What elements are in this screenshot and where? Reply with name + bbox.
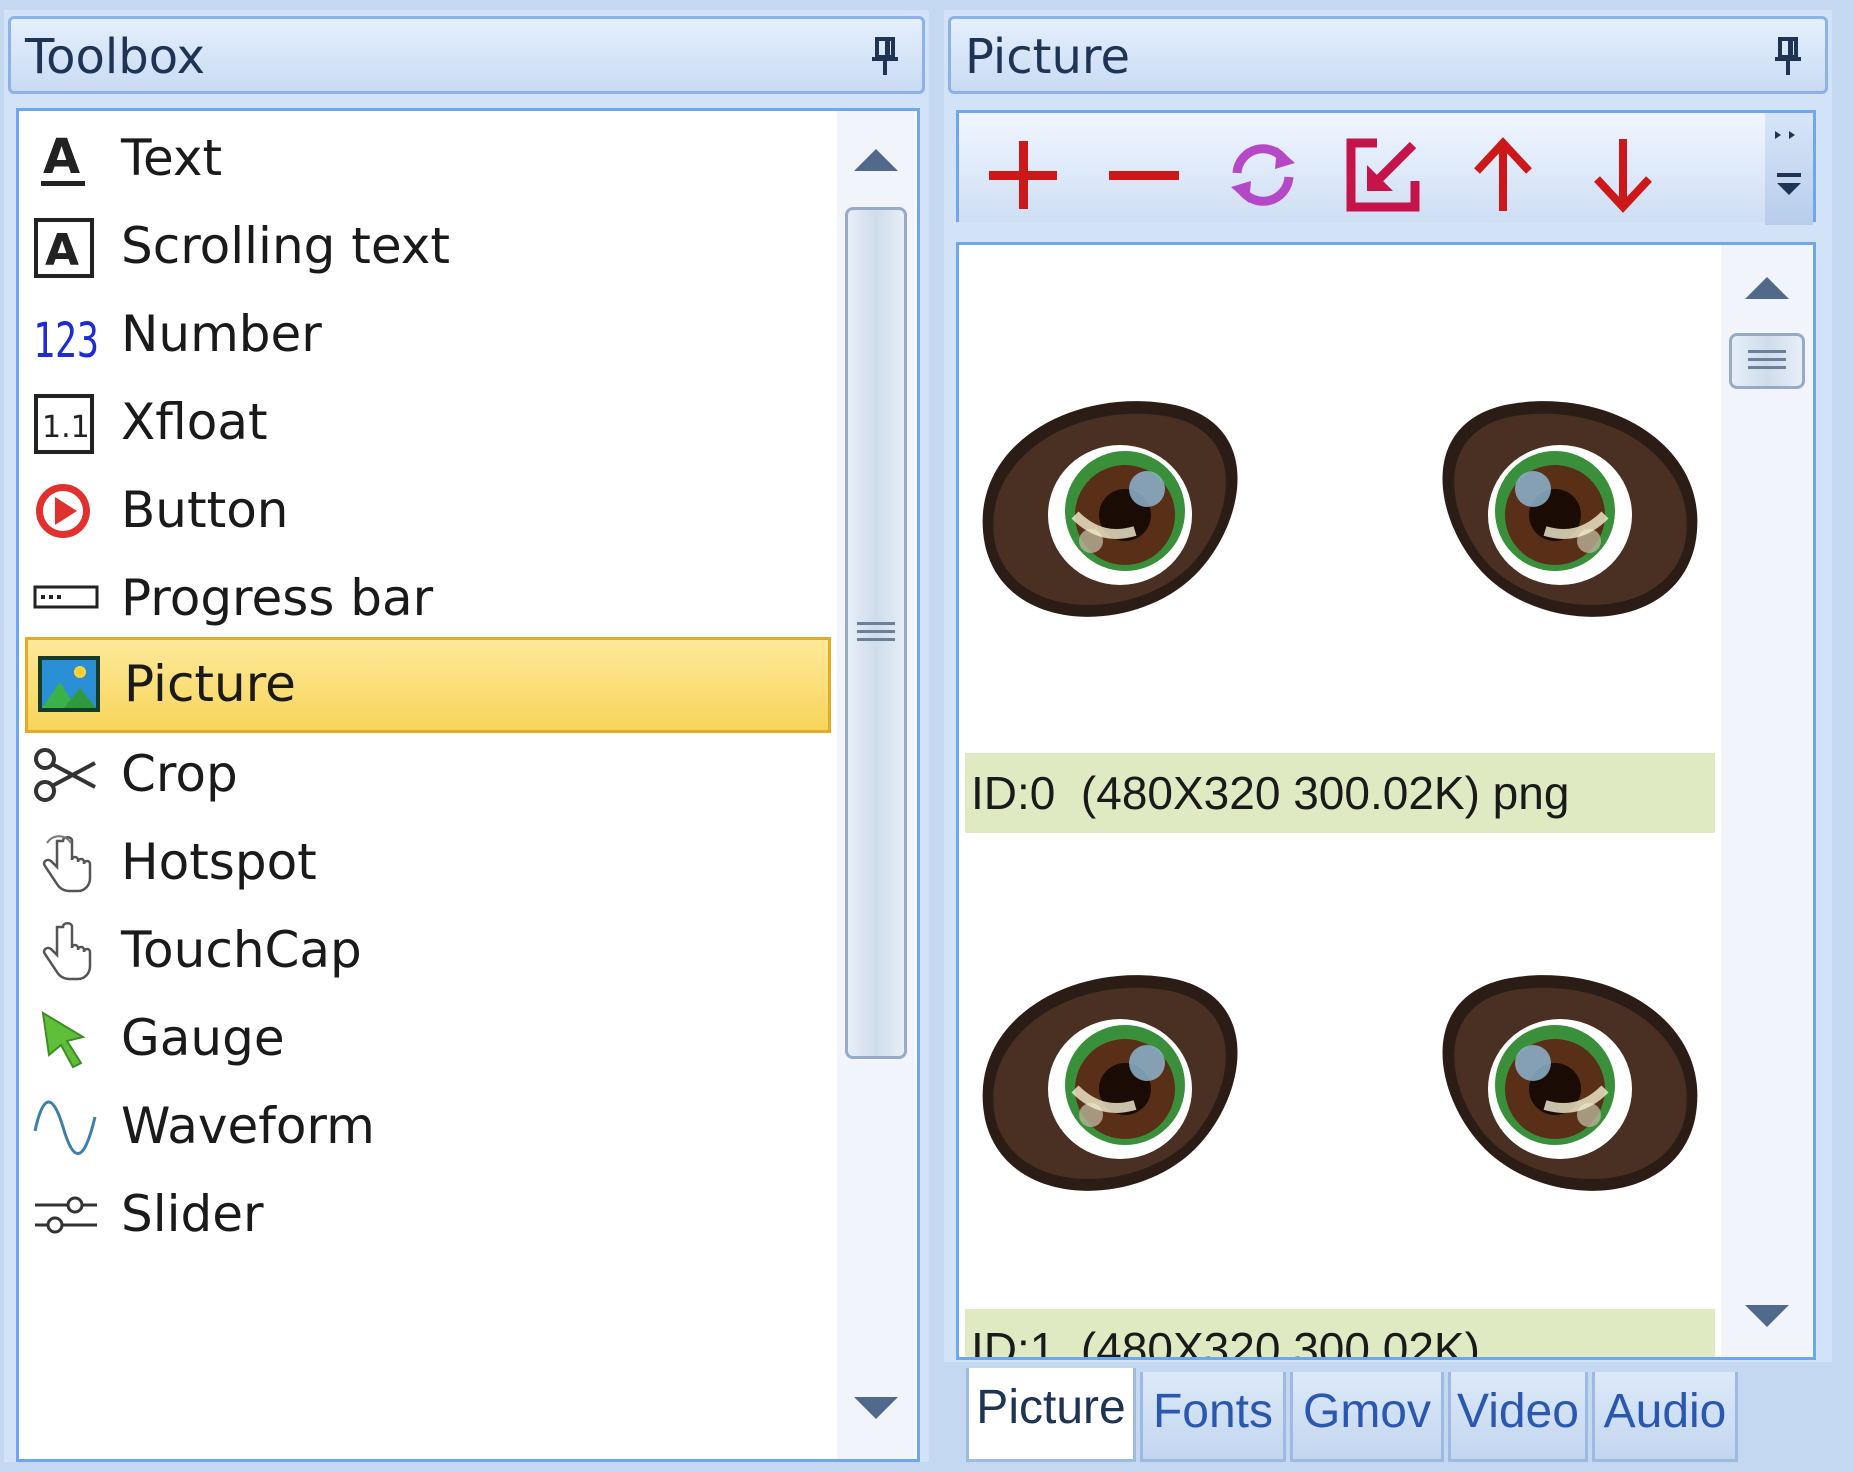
tool-item-text[interactable]: A Text	[25, 111, 831, 207]
svg-text:1.1: 1.1	[42, 410, 90, 445]
tool-item-number[interactable]: 123 Number	[25, 287, 831, 383]
tab-fonts[interactable]: Fonts	[1140, 1372, 1286, 1462]
svg-text:A: A	[45, 225, 79, 276]
slider-icon	[35, 1196, 97, 1234]
tool-item-label: TouchCap	[121, 921, 362, 979]
tool-item-slider[interactable]: Slider	[25, 1167, 831, 1263]
tool-item-label: Button	[121, 481, 289, 539]
hand-pointer-icon	[42, 835, 92, 893]
toolbox-scrollbar[interactable]	[837, 111, 915, 1459]
tool-item-label: Progress bar	[121, 569, 434, 627]
tool-item-xfloat[interactable]: 1.1 Xfloat	[25, 375, 831, 471]
picture-titlebar: Picture	[948, 16, 1828, 94]
toolbox-title: Toolbox	[25, 29, 205, 85]
svg-text:A: A	[43, 129, 80, 185]
export-icon[interactable]	[1343, 135, 1423, 215]
pin-icon[interactable]	[870, 37, 900, 77]
tool-item-label: Gauge	[121, 1009, 285, 1067]
picture-tabstrip: Picture Fonts Gmov Video Audio	[944, 1362, 1832, 1472]
tool-item-scrolling-text[interactable]: A Scrolling text	[25, 199, 831, 295]
tool-item-label: Slider	[121, 1185, 264, 1243]
overflow-chevron-icon	[1775, 131, 1801, 195]
scroll-down-arrow-icon[interactable]	[1745, 1305, 1789, 1327]
tab-audio[interactable]: Audio	[1592, 1372, 1738, 1462]
scrollbar-thumb[interactable]	[1729, 333, 1805, 389]
tool-item-label: Text	[121, 129, 223, 187]
grip-icon	[857, 622, 895, 644]
picture-caption: ID:1 (480X320 300.02K)	[965, 1309, 1715, 1357]
scrolling-text-icon: A	[34, 218, 94, 278]
number-icon: 123	[33, 313, 99, 367]
picture-caption: ID:0 (480X320 300.02K) png	[965, 753, 1715, 833]
minus-icon[interactable]	[1103, 135, 1183, 215]
tool-item-hotspot[interactable]: Hotspot	[25, 815, 831, 911]
arrow-up-icon[interactable]	[1463, 135, 1543, 215]
refresh-icon[interactable]	[1223, 135, 1303, 215]
scroll-up-arrow-icon[interactable]	[854, 149, 898, 171]
toolbox-titlebar: Toolbox	[8, 16, 925, 94]
waveform-icon	[33, 1100, 97, 1155]
tool-item-gauge[interactable]: Gauge	[25, 991, 831, 1087]
xfloat-icon: 1.1	[34, 394, 94, 454]
toolbar-overflow-button[interactable]	[1765, 113, 1813, 225]
picture-panel: Picture ID:0 (480X320 300.02K) png ID:1 …	[944, 10, 1832, 1472]
tab-picture[interactable]: Picture	[966, 1368, 1136, 1462]
eyes-image	[982, 975, 1698, 1191]
scissors-icon	[34, 748, 96, 802]
tool-item-label: Scrolling text	[121, 217, 450, 275]
picture-icon	[38, 656, 100, 712]
arrow-down-icon[interactable]	[1583, 135, 1663, 215]
plus-icon[interactable]	[983, 135, 1063, 215]
scrollbar-thumb[interactable]	[845, 207, 907, 1059]
tool-item-picture[interactable]: Picture	[25, 637, 831, 733]
tool-item-crop[interactable]: Crop	[25, 727, 831, 823]
tool-item-button[interactable]: Button	[25, 463, 831, 559]
text-a-icon: A	[41, 129, 85, 186]
progress-bar-icon	[33, 585, 99, 609]
tool-item-label: Number	[121, 305, 322, 363]
eyes-image	[982, 401, 1698, 617]
picture-list-scrollbar[interactable]	[1721, 245, 1813, 1357]
tool-item-label: Hotspot	[121, 833, 317, 891]
tool-item-progress-bar[interactable]: Progress bar	[25, 551, 831, 647]
scroll-up-arrow-icon[interactable]	[1745, 277, 1789, 299]
tool-item-label: Crop	[121, 745, 238, 803]
svg-text:123: 123	[33, 313, 99, 367]
toolbox-list: A Text A Scrolling text 123 Number 1.1 X…	[16, 108, 920, 1462]
tool-item-touchcap[interactable]: TouchCap	[25, 903, 831, 999]
toolbox-panel: Toolbox A Text A Scrolling text 123 Numb…	[4, 10, 929, 1462]
tool-item-waveform[interactable]: Waveform	[25, 1079, 831, 1175]
grip-icon	[1748, 350, 1786, 372]
pin-icon[interactable]	[1773, 37, 1803, 77]
picture-thumbnail[interactable]	[965, 939, 1715, 1229]
picture-thumbnail[interactable]	[965, 365, 1715, 655]
picture-title: Picture	[965, 29, 1131, 85]
tab-video[interactable]: Video	[1448, 1372, 1588, 1462]
picture-list-view: ID:0 (480X320 300.02K) png ID:1 (480X320…	[956, 242, 1816, 1360]
tool-item-label: Xfloat	[121, 393, 268, 451]
touch-hand-icon	[42, 922, 92, 981]
gauge-pointer-icon	[41, 1011, 86, 1069]
tab-gmov[interactable]: Gmov	[1290, 1372, 1444, 1462]
tool-item-label: Picture	[124, 655, 296, 713]
picture-toolbar	[956, 110, 1816, 225]
tool-item-label: Waveform	[121, 1097, 375, 1155]
button-play-icon	[36, 484, 90, 538]
scroll-down-arrow-icon[interactable]	[854, 1397, 898, 1419]
